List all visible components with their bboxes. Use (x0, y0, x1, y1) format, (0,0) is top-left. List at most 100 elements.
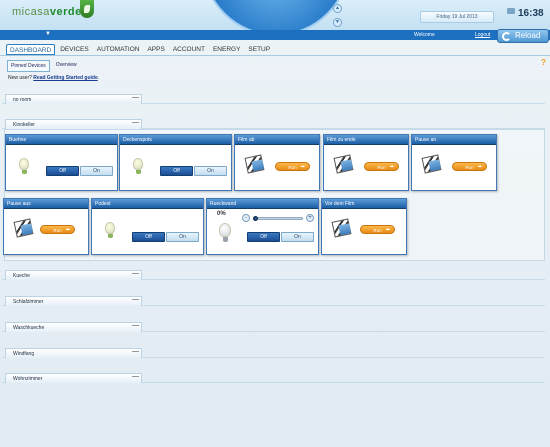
collapse-icon[interactable]: — (132, 296, 139, 303)
welcome-text: Welcome (414, 32, 435, 38)
blue-toolbar: ▼ Welcome Logout (0, 30, 550, 40)
collapse-icon[interactable]: — (132, 348, 139, 355)
tab-pinned-devices[interactable]: Pinned Devices (7, 60, 50, 72)
sub-nav: Pinned Devices Overview (7, 60, 80, 72)
device-name: Podest (92, 199, 203, 209)
light-bulb-icon (219, 223, 231, 242)
globe-decoration (204, 0, 348, 30)
off-button[interactable]: Off (46, 166, 79, 176)
room-header[interactable]: Waschkueche — (5, 322, 142, 332)
room-section-waschkueche: Waschkueche — (2, 322, 545, 332)
new-user-notice: New user? Read Getting Started guide. (8, 75, 99, 81)
weather-icon (507, 8, 515, 14)
room-title: Kueche (13, 273, 30, 279)
room-section-windfang: Windfang — (2, 348, 545, 358)
tab-energy[interactable]: ENERGY (210, 44, 243, 55)
scene-card-pause-an: Pause an Run (411, 134, 497, 191)
scene-name: Pause an (412, 135, 496, 145)
logout-link[interactable]: Logout (475, 32, 490, 38)
device-card-podest: Podest Off On (91, 198, 204, 255)
tab-automation[interactable]: AUTOMATION (94, 44, 143, 55)
device-name: Deckenspots (120, 135, 231, 145)
scroll-up-icon[interactable]: ▲ (333, 4, 342, 13)
room-section-kinokeller: Kinokeller — (2, 119, 545, 129)
tab-overview[interactable]: Overview (53, 60, 80, 72)
room-title: Kinokeller (13, 122, 35, 128)
on-button[interactable]: On (194, 166, 227, 176)
micasaverde-logo: micasaverde (12, 6, 82, 18)
run-scene-button[interactable]: Run (40, 225, 75, 235)
collapse-icon[interactable]: — (132, 373, 139, 380)
room-header[interactable]: Kueche — (5, 270, 142, 280)
clapperboard-icon (421, 154, 442, 174)
main-nav: DASHBOARD DEVICES AUTOMATION APPS ACCOUN… (6, 44, 273, 55)
room-title: Waschkueche (13, 325, 45, 331)
light-bulb-icon (105, 222, 115, 238)
light-bulb-icon (19, 158, 29, 174)
device-card-rueckwand: Rueckwand 0% - + Off On (206, 198, 319, 255)
clapperboard-icon (331, 218, 352, 238)
device-name: Buehne (6, 135, 117, 145)
on-button[interactable]: On (80, 166, 113, 176)
device-card-deckenspots: Deckenspots Off On (119, 134, 232, 191)
room-section-no-room: no room — (2, 94, 545, 104)
tab-devices[interactable]: DEVICES (57, 44, 92, 55)
reload-button[interactable]: Reload (497, 29, 549, 43)
date-display: Friday 19 Jul 2013 (420, 11, 494, 23)
dim-plus-button[interactable]: + (306, 214, 314, 222)
room-title: Schlafzimmer (13, 299, 44, 305)
scene-card-pause-aus: Pause aus Run (3, 198, 89, 255)
on-button[interactable]: On (166, 232, 199, 242)
logo-text-micasa: micasa (12, 6, 50, 18)
collapse-icon[interactable]: — (132, 119, 139, 126)
room-header[interactable]: Schlafzimmer — (5, 296, 142, 306)
help-icon[interactable]: ? (541, 58, 546, 67)
room-section-schlafzimmer: Schlafzimmer — (2, 296, 545, 306)
collapse-icon[interactable]: — (132, 322, 139, 329)
room-header[interactable]: no room — (5, 94, 142, 104)
dim-minus-button[interactable]: - (242, 214, 250, 222)
off-button[interactable]: Off (160, 166, 193, 176)
collapse-icon[interactable]: — (132, 94, 139, 101)
scene-name: Film zu ende (324, 135, 408, 145)
logo-text-verde: verde (49, 6, 82, 18)
reload-label: Reload (515, 31, 541, 40)
nav-divider (0, 55, 550, 56)
device-name: Rueckwand (207, 199, 318, 209)
room-section-wohnzimmer: Wohnzimmer — (2, 373, 545, 383)
clock-time: 16:38 (518, 8, 544, 19)
on-button[interactable]: On (281, 232, 314, 242)
tab-setup[interactable]: SETUP (245, 44, 273, 55)
scene-card-vor-dem-film: Vor dem Film Run (321, 198, 407, 255)
tab-account[interactable]: ACCOUNT (170, 44, 208, 55)
leaf-logo-icon (80, 0, 94, 18)
dim-slider-knob[interactable] (253, 216, 258, 221)
scene-name: Film ab (235, 135, 319, 145)
scene-name: Vor dem Film (322, 199, 406, 209)
scene-card-film-ab: Film ab Run (234, 134, 320, 191)
collapse-icon[interactable]: — (132, 270, 139, 277)
new-user-prefix: New user? (8, 75, 34, 81)
run-scene-button[interactable]: Run (275, 162, 310, 172)
room-header[interactable]: Wohnzimmer — (5, 373, 142, 383)
off-button[interactable]: Off (132, 232, 165, 242)
scene-card-film-zu-ende: Film zu ende Run (323, 134, 409, 191)
run-scene-button[interactable]: Run (360, 225, 395, 235)
tab-apps[interactable]: APPS (144, 44, 167, 55)
off-button[interactable]: Off (247, 232, 280, 242)
getting-started-link[interactable]: Read Getting Started guide (33, 75, 97, 81)
chevron-down-icon[interactable]: ▼ (45, 31, 51, 37)
room-header[interactable]: Windfang — (5, 348, 142, 358)
dim-level-text: 0% (217, 211, 226, 217)
room-header[interactable]: Kinokeller — (5, 119, 142, 129)
room-title: no room (13, 97, 32, 103)
top-header: micasaverde ▲ ▼ Friday 19 Jul 2013 16:38 (0, 0, 550, 30)
dim-slider[interactable] (253, 216, 303, 221)
run-scene-button[interactable]: Run (452, 162, 487, 172)
clapperboard-icon (13, 218, 34, 238)
new-user-suffix: . (97, 75, 100, 81)
tab-dashboard[interactable]: DASHBOARD (6, 44, 56, 55)
room-section-kueche: Kueche — (2, 270, 545, 280)
scroll-down-icon[interactable]: ▼ (333, 18, 342, 27)
run-scene-button[interactable]: Run (364, 162, 399, 172)
